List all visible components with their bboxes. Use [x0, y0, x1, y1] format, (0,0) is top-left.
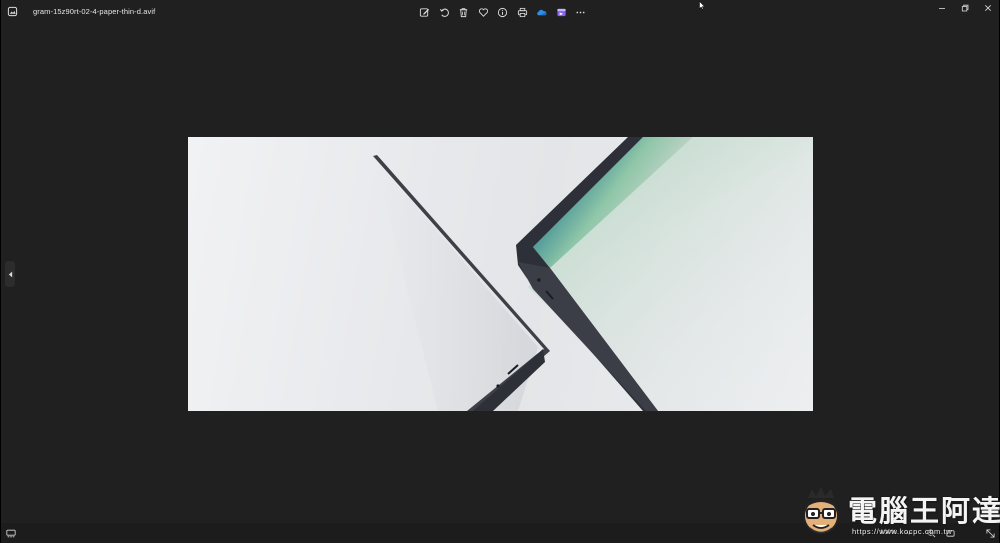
restore-button[interactable]: [953, 0, 976, 16]
mouse-cursor-icon: [699, 1, 705, 10]
clipchamp-icon: [557, 8, 566, 16]
mascot-face-icon: [803, 487, 839, 534]
info-button[interactable]: [493, 4, 513, 20]
close-icon: [984, 5, 991, 11]
file-name: gram-15z90rt-02-4-paper-thin-d.avif: [33, 7, 156, 16]
delete-icon: [460, 7, 468, 17]
close-button[interactable]: [976, 0, 999, 16]
title-bar: gram-15z90rt-02-4-paper-thin-d.avif: [1, 0, 999, 24]
photos-app-window: gram-15z90rt-02-4-paper-thin-d.avif 100%: [1, 0, 999, 543]
image-toolbar: [415, 4, 591, 20]
displayed-photo[interactable]: [188, 137, 813, 411]
edit-image-button[interactable]: [415, 4, 435, 20]
rotate-icon: [439, 8, 449, 17]
photos-app-icon[interactable]: [6, 5, 18, 17]
minimize-icon: [938, 8, 945, 9]
filmstrip-toggle-button[interactable]: [5, 528, 17, 538]
more-options-icon: [576, 11, 585, 13]
rotate-button[interactable]: [435, 4, 455, 20]
previous-image-button[interactable]: [5, 261, 15, 287]
restore-icon: [961, 4, 968, 12]
favorite-heart-icon: [478, 7, 488, 17]
favorite-button[interactable]: [474, 4, 494, 20]
print-button[interactable]: [513, 4, 533, 20]
filmstrip-icon: [6, 529, 16, 537]
minimize-button[interactable]: [930, 0, 953, 16]
more-options-button[interactable]: [571, 4, 591, 20]
print-icon: [517, 7, 527, 17]
watermark-title: 電腦王阿達: [848, 494, 1000, 528]
onedrive-cloud-icon: [537, 9, 547, 15]
laptop-photo-illustration: [373, 137, 813, 411]
info-icon: [498, 7, 508, 17]
site-watermark: 電腦王阿達 https://www.kocpc.com.tw: [794, 484, 1000, 542]
delete-button[interactable]: [454, 4, 474, 20]
window-controls: [930, 0, 999, 16]
image-viewer-canvas[interactable]: [1, 24, 999, 523]
onedrive-button[interactable]: [532, 4, 552, 20]
clipchamp-button[interactable]: [552, 4, 572, 20]
watermark-url: https://www.kocpc.com.tw: [852, 527, 953, 536]
chevron-left-icon: [8, 271, 12, 277]
edit-image-icon: [420, 7, 430, 17]
